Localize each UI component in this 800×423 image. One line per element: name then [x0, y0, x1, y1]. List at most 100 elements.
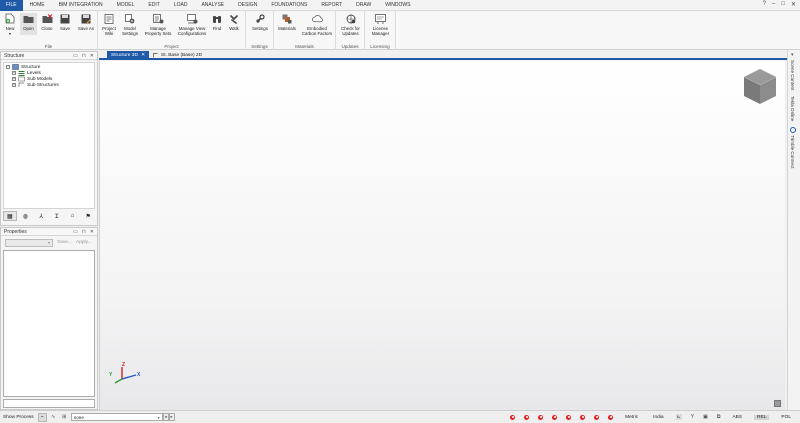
stop-icon[interactable] [524, 414, 530, 420]
properties-apply-button[interactable]: Apply... [76, 240, 92, 245]
stop-icon[interactable] [566, 414, 572, 420]
menu-model[interactable]: MODEL [110, 0, 142, 11]
view-cube-icon[interactable] [740, 66, 780, 106]
close-file-button[interactable]: Close [39, 13, 55, 31]
loop-icon[interactable]: ∿ [49, 413, 58, 422]
properties-save-button[interactable]: Save... [57, 240, 72, 245]
property-set-dropdown[interactable]: ▾ [5, 239, 53, 247]
manage-property-sets-button[interactable]: Manage Property Sets [143, 13, 173, 36]
tab-base-2d[interactable]: St. Base (Base) 2D [149, 51, 206, 60]
panel-float-icon[interactable]: ▭ [73, 228, 78, 236]
layers-icon[interactable]: ⧉ [717, 414, 721, 420]
command-input-value: none [73, 414, 84, 420]
tab-globe[interactable]: ◍ [19, 211, 33, 221]
tab-scene-content[interactable]: Scene Content [790, 60, 795, 90]
stop-icon[interactable] [608, 414, 614, 420]
new-button[interactable]: New ▾ [3, 13, 17, 36]
walk-button[interactable]: Walk [226, 13, 242, 31]
tab-base-2d-label: St. Base (Base) 2D [161, 53, 203, 58]
ribbon-group-file: New ▾ Open Close Save Save As File [0, 11, 98, 50]
menu-file[interactable]: FILE [0, 0, 23, 11]
show-process-label[interactable]: Show Process [0, 415, 37, 420]
region-label[interactable]: India [650, 415, 666, 420]
tab-lock[interactable]: ⌂ [66, 211, 80, 221]
license-manager-button[interactable]: License Manager [368, 13, 393, 36]
tree-label-sub-models: Sub Models [27, 76, 53, 82]
calculator-icon[interactable]: ▣ [703, 414, 708, 420]
3d-viewport[interactable]: Z X Y [99, 61, 785, 410]
panel-close-icon[interactable]: ✕ [90, 228, 94, 236]
expand-icon[interactable]: + [12, 77, 16, 81]
tree-node-sub-structures[interactable]: + Sub Structures [12, 82, 59, 88]
stop-icon[interactable] [510, 414, 516, 420]
panel-close-icon[interactable]: ✕ [90, 52, 94, 60]
stop-icon[interactable] [594, 414, 600, 420]
menu-home[interactable]: HOME [23, 0, 52, 11]
grid-icon[interactable]: ⊞ [60, 413, 69, 422]
materials-button[interactable]: Materials [276, 13, 298, 31]
save-button[interactable]: Save [57, 13, 73, 31]
tab-sections[interactable]: Ɪ [50, 211, 64, 221]
properties-grid[interactable] [3, 250, 95, 397]
tab-close-icon[interactable]: ✕ [141, 51, 145, 60]
menu-design[interactable]: DESIGN [231, 0, 264, 11]
tab-structure[interactable]: ▦ [3, 211, 17, 221]
menu-analyse[interactable]: ANALYSE [194, 0, 231, 11]
help-button[interactable]: ? [763, 1, 766, 8]
globe-icon: ◍ [22, 213, 29, 220]
tab-tekla-online[interactable]: Tekla Online [790, 96, 795, 121]
status-bar: Show Process ⌁ ∿ ⊞ none ▾ ◂ ▸ Metric Ind… [0, 410, 800, 423]
snap-mode-icon[interactable]: ⊾ [675, 414, 682, 420]
menu-draw[interactable]: DRAW [349, 0, 378, 11]
settings-button[interactable]: Settings [249, 13, 271, 31]
project-wiki-button[interactable]: Project Wiki [100, 13, 118, 36]
menu-load[interactable]: LOAD [167, 0, 195, 11]
embodied-carbon-factors-button[interactable]: Embodied Carbon Factors [300, 13, 334, 36]
check-for-updates-button[interactable]: Check for Updates [338, 13, 363, 36]
menu-edit[interactable]: EDIT [141, 0, 166, 11]
manage-view-configurations-button[interactable]: Manage View Configurations [175, 13, 209, 36]
save-label: Save [59, 26, 70, 31]
new-dropdown-icon[interactable]: ▾ [3, 31, 17, 36]
tab-loads[interactable]: ⅄ [34, 211, 48, 221]
stop-icon[interactable] [580, 414, 586, 420]
panel-pin-icon[interactable]: ⊓ [82, 52, 86, 60]
rel-toggle[interactable]: REL [754, 414, 770, 420]
find-button[interactable]: Find [210, 13, 224, 31]
abs-toggle[interactable]: ABS [729, 415, 745, 420]
pol-toggle[interactable]: POL [778, 415, 794, 420]
tab-structure-3d[interactable]: Structure 3D ✕ [107, 51, 150, 60]
side-collapse-icon[interactable]: ▾ [791, 52, 794, 58]
menu-bim-integration[interactable]: BIM INTEGRATION [52, 0, 110, 11]
menu-windows[interactable]: WINDOWS [378, 0, 417, 11]
stop-icon[interactable] [538, 414, 544, 420]
restore-button[interactable]: □ [781, 1, 785, 8]
units-label[interactable]: Metric [622, 415, 641, 420]
open-button[interactable]: Open [20, 13, 37, 35]
command-dropdown-icon[interactable]: ▾ [158, 414, 162, 421]
collapse-icon[interactable]: − [6, 65, 10, 69]
model-settings-button[interactable]: Model Settings [120, 13, 140, 36]
panel-pin-icon[interactable]: ⊓ [82, 228, 86, 236]
menu-foundations[interactable]: FOUNDATIONS [264, 0, 314, 11]
properties-panel: Properties ▭ ⊓ ✕ ▾ Save... Apply... [0, 227, 98, 410]
expand-icon[interactable]: + [12, 71, 16, 75]
tab-flag[interactable]: ⚑ [81, 211, 95, 221]
manage-property-sets-label-2: Property Sets [144, 31, 172, 36]
expand-icon[interactable]: + [12, 83, 16, 87]
materials-icon [282, 13, 293, 24]
menu-report[interactable]: REPORT [314, 0, 349, 11]
stop-icon[interactable] [552, 414, 558, 420]
close-window-button[interactable]: ✕ [791, 1, 796, 8]
snap-icon[interactable]: ⌁ [37, 412, 47, 422]
ortho-icon[interactable]: Y [691, 414, 694, 420]
next-icon[interactable]: ▸ [168, 413, 175, 421]
tab-trimble-connect[interactable]: Trimble Connect [790, 135, 795, 169]
minimize-button[interactable]: – [772, 1, 775, 8]
save-as-button[interactable]: Save As [76, 13, 96, 31]
panel-float-icon[interactable]: ▭ [73, 52, 78, 60]
right-side-tabs: ▾ Scene Content Tekla Online Trimble Con… [787, 50, 800, 410]
structure-panel: Structure ▭ ⊓ ✕ − Structure + Levels + S… [0, 51, 98, 226]
command-input[interactable]: none ▾ [70, 413, 163, 421]
viewport-corner-button[interactable] [774, 400, 781, 407]
